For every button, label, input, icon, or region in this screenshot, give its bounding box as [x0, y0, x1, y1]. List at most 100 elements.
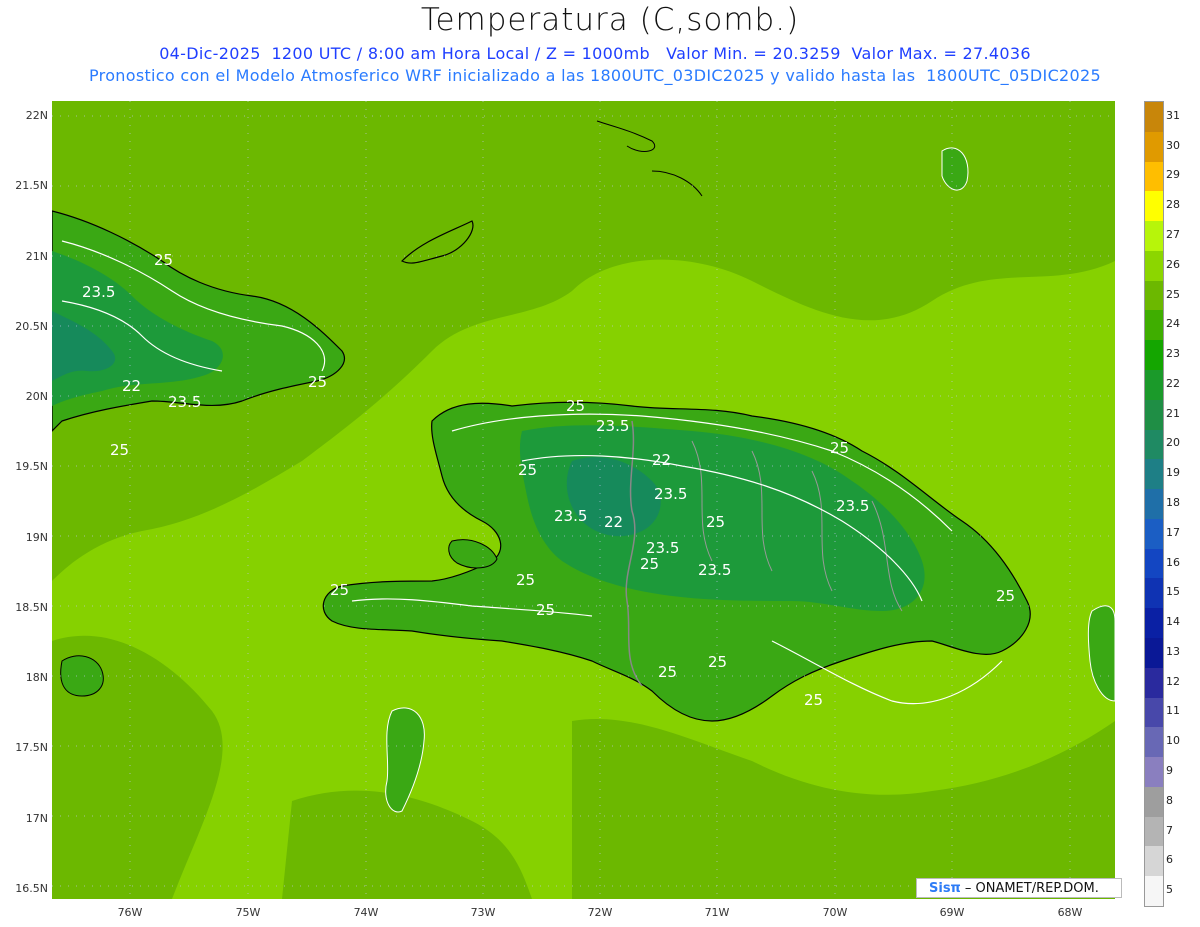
credit-text: – ONAMET/REP.DOM.	[964, 880, 1099, 896]
colorbar-segment	[1145, 250, 1163, 282]
colorbar-segment	[1145, 518, 1163, 550]
x-tick: 74W	[353, 906, 379, 919]
colorbar-segment	[1145, 578, 1163, 609]
colorbar-label: 6	[1166, 853, 1173, 867]
x-tick: 72W	[587, 906, 613, 919]
colorbar-segment	[1145, 727, 1163, 758]
contour-label: 25	[518, 461, 537, 479]
contour-label: 25	[996, 587, 1015, 605]
contour-label: 23.5	[82, 283, 115, 301]
contour-label: 25	[804, 691, 823, 709]
colorbar-label: 27	[1166, 228, 1180, 241]
contour-label: 25	[330, 581, 349, 599]
colorbar-label: 31	[1166, 108, 1180, 122]
y-tick: 17N	[25, 812, 48, 825]
colorbar-label: 20	[1166, 436, 1180, 450]
colorbar-label: 29	[1166, 168, 1180, 182]
colorbar-label: 11	[1166, 704, 1180, 718]
y-tick: 21N	[25, 250, 48, 263]
colorbar-segment	[1145, 102, 1163, 133]
colorbar-label: 21	[1166, 406, 1180, 420]
colorbar-label: 22	[1166, 376, 1180, 390]
contour-label: 22	[604, 513, 623, 531]
x-tick: 75W	[235, 906, 261, 919]
x-tick: 68W	[1057, 906, 1083, 919]
colorbar-label: 24	[1166, 317, 1180, 331]
colorbar-segment	[1145, 786, 1163, 818]
contour-label: 23.5	[698, 561, 731, 579]
contour-label: 25	[154, 251, 173, 269]
colorbar-segment	[1145, 697, 1163, 728]
colorbar-label: 7	[1166, 823, 1173, 837]
contour-label: 25	[708, 653, 727, 671]
colorbar-label: 13	[1166, 644, 1180, 658]
x-tick: 69W	[939, 906, 965, 919]
temperature-map: 25 23.5 25 22 23.5 25 25 25 23.5 25 22 2…	[52, 101, 1115, 899]
y-tick: 18N	[25, 671, 48, 684]
colorbar-segment	[1145, 131, 1163, 163]
colorbar-segment	[1145, 280, 1163, 311]
y-tick: 19.5N	[15, 460, 48, 473]
y-tick: 20N	[25, 390, 48, 403]
colorbar-segment	[1145, 459, 1163, 490]
contour-label: 23.5	[168, 393, 201, 411]
colorbar-segment	[1145, 489, 1163, 520]
colorbar-label: 16	[1166, 555, 1180, 569]
x-tick: 70W	[822, 906, 848, 919]
colorbar-label: 12	[1166, 674, 1180, 688]
colorbar-segment	[1145, 638, 1163, 669]
contour-label: 25	[640, 555, 659, 573]
contour-label: 22	[652, 451, 671, 469]
colorbar-segment	[1145, 876, 1163, 907]
forecast-info-line: 04-Dic-2025 1200 UTC / 8:00 am Hora Loca…	[159, 44, 1031, 63]
contour-label: 23.5	[836, 497, 869, 515]
colorbar-label: 10	[1166, 734, 1180, 748]
contour-label: 25	[830, 439, 849, 457]
colorbar-label: 15	[1166, 585, 1180, 599]
y-tick: 18.5N	[15, 601, 48, 614]
colorbar-label: 5	[1166, 883, 1173, 897]
y-tick: 21.5N	[15, 179, 48, 192]
map-svg: 25 23.5 25 22 23.5 25 25 25 23.5 25 22 2…	[52, 101, 1115, 899]
colorbar-segment	[1145, 399, 1163, 431]
colorbar-segment	[1145, 608, 1163, 639]
contour-label: 25	[308, 373, 327, 391]
contour-label: 23.5	[596, 417, 629, 435]
contour-label: 22	[122, 377, 141, 395]
contour-label: 25	[536, 601, 555, 619]
colorbar-label: 26	[1166, 257, 1180, 271]
colorbar-label: 23	[1166, 347, 1180, 361]
contour-label: 25	[110, 441, 129, 459]
contour-label: 25	[566, 397, 585, 415]
colorbar-segment	[1145, 667, 1163, 699]
colorbar-segment	[1145, 161, 1163, 192]
x-tick: 71W	[704, 906, 730, 919]
contour-label: 23.5	[554, 507, 587, 525]
colorbar-label: 18	[1166, 496, 1180, 509]
colorbar-label: 19	[1166, 466, 1180, 480]
colorbar-label: 9	[1166, 764, 1173, 777]
colorbar-segment	[1145, 429, 1163, 460]
y-tick: 17.5N	[15, 741, 48, 754]
sispi-logo: Sisπ	[929, 880, 961, 896]
y-tick: 20.5N	[15, 320, 48, 333]
contour-label: 25	[706, 513, 725, 531]
map-title: Temperatura (C,somb.)	[420, 2, 800, 38]
y-tick: 16.5N	[15, 882, 48, 895]
model-info-line: Pronostico con el Modelo Atmosferico WRF…	[89, 66, 1101, 85]
colorbar-label: 8	[1166, 793, 1173, 807]
colorbar-segment	[1145, 816, 1163, 847]
credit-box: Sisπ – ONAMET/REP.DOM.	[916, 878, 1122, 898]
colorbar-label: 14	[1166, 615, 1180, 629]
colorbar-segment	[1145, 846, 1163, 877]
x-tick: 73W	[470, 906, 496, 919]
colorbar-segment	[1145, 548, 1163, 579]
colorbar-segment	[1145, 221, 1163, 252]
contour-label: 23.5	[654, 485, 687, 503]
y-tick: 22N	[25, 109, 48, 122]
temperature-colorbar	[1144, 101, 1164, 907]
colorbar-segment	[1145, 757, 1163, 788]
colorbar-segment	[1145, 370, 1163, 401]
contour-label: 25	[658, 663, 677, 681]
colorbar-label: 28	[1166, 198, 1180, 212]
